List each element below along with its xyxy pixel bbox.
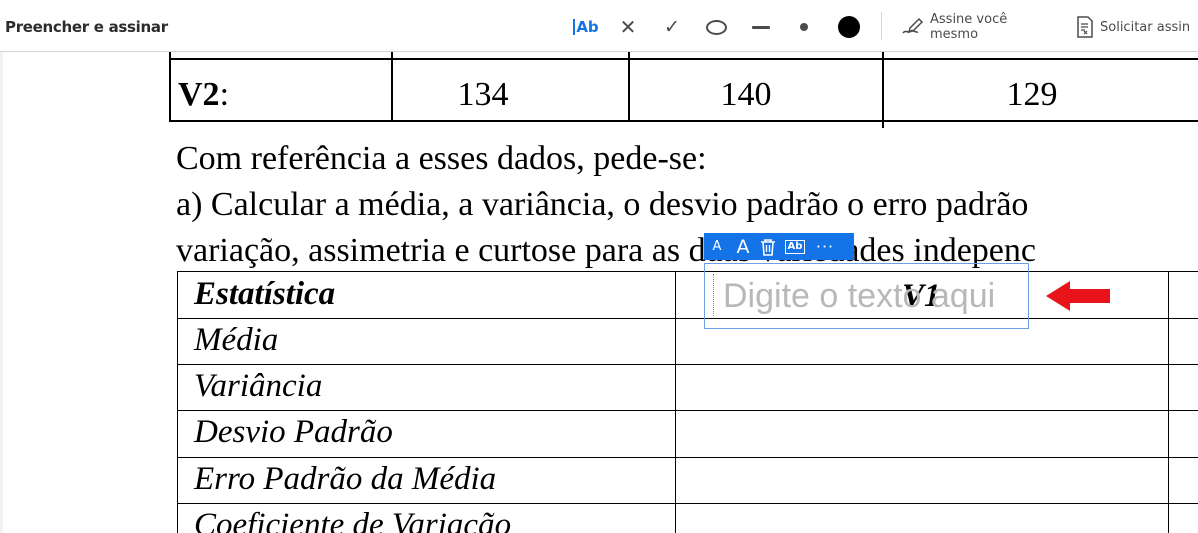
request-signatures-button[interactable]: Solicitar assin <box>1076 13 1198 41</box>
v2-value-3: 129 <box>1006 76 1058 113</box>
document-sign-icon <box>1077 16 1093 38</box>
table-border <box>177 503 1198 504</box>
table-border <box>169 52 171 122</box>
pen-sign-icon <box>902 17 924 34</box>
ellipsis-icon: ··· <box>815 237 835 256</box>
row-label-std-error: Erro Padrão da Média <box>194 461 497 497</box>
ellipse-icon <box>705 19 727 35</box>
small-a-icon: A <box>712 239 722 254</box>
row-label-coef-variation: Coeficiente de Variação <box>194 507 512 533</box>
big-a-icon: A <box>736 235 750 258</box>
check-icon: ✓ <box>664 16 680 38</box>
paragraph-line: a) Calcular a média, a variância, o desv… <box>176 186 1029 223</box>
cross-icon: ✕ <box>619 16 637 39</box>
toolbar-title: Preencher e assinar <box>5 18 168 36</box>
increase-font-button[interactable]: A <box>730 233 756 260</box>
trash-icon <box>761 238 775 256</box>
line-icon <box>752 25 770 29</box>
color-picker[interactable] <box>836 13 862 41</box>
red-arrow-icon <box>1046 281 1110 311</box>
table-border <box>1168 271 1169 533</box>
line-tool[interactable] <box>749 13 773 41</box>
text-cursor-icon <box>573 19 576 35</box>
table-border <box>177 271 178 533</box>
add-text-label: Ab <box>576 18 599 36</box>
toolbar-divider <box>881 12 882 40</box>
table-border <box>675 271 676 533</box>
ellipse-tool[interactable] <box>704 13 728 41</box>
table-border <box>170 58 1198 60</box>
color-swatch-icon <box>838 16 860 38</box>
row-label-std-dev: Desvio Padrão <box>194 414 393 450</box>
page-gutter <box>0 52 3 533</box>
decrease-font-button[interactable]: A <box>704 233 730 260</box>
sign-yourself-button[interactable]: Assine você mesmo <box>900 12 1058 42</box>
v2-value-2: 140 <box>720 76 772 113</box>
row-label-mean: Média <box>194 322 279 358</box>
paragraph-line: Com referência a esses dados, pede-se: <box>176 140 707 177</box>
table-border <box>177 364 1198 365</box>
request-signatures-label: Solicitar assin <box>1100 19 1191 35</box>
fill-sign-toolbar: Preencher e assinar Ab ✕ ✓ Assine você m… <box>0 0 1198 52</box>
table-border <box>177 318 1198 319</box>
table-border <box>170 120 1198 122</box>
delete-button[interactable] <box>756 233 780 260</box>
cross-mark-tool[interactable]: ✕ <box>616 13 640 41</box>
document-page: V2: 134 140 129 Com referência a esses d… <box>0 52 1198 533</box>
add-text-tool[interactable]: Ab <box>569 13 603 41</box>
table-border <box>177 410 1198 411</box>
dot-icon <box>800 23 808 31</box>
more-options-button[interactable]: ··· <box>810 233 840 260</box>
sign-yourself-label: Assine você mesmo <box>930 12 1008 42</box>
check-mark-tool[interactable]: ✓ <box>660 13 684 41</box>
text-field-toolbar: A A Ab ··· <box>704 233 854 260</box>
v2-row-label: V2: <box>178 76 230 113</box>
ab-box-icon: Ab <box>784 239 806 254</box>
row-label-variance: Variância <box>194 368 323 404</box>
table-border <box>177 457 1198 458</box>
v2-value-1: 134 <box>457 76 509 113</box>
statistics-header: Estatística <box>194 276 336 312</box>
text-input[interactable] <box>723 272 1023 320</box>
table-border <box>177 271 1198 272</box>
dot-tool[interactable] <box>794 13 814 41</box>
text-caret <box>713 274 715 316</box>
text-field-box[interactable] <box>704 263 1029 329</box>
text-style-button[interactable]: Ab <box>780 233 810 260</box>
